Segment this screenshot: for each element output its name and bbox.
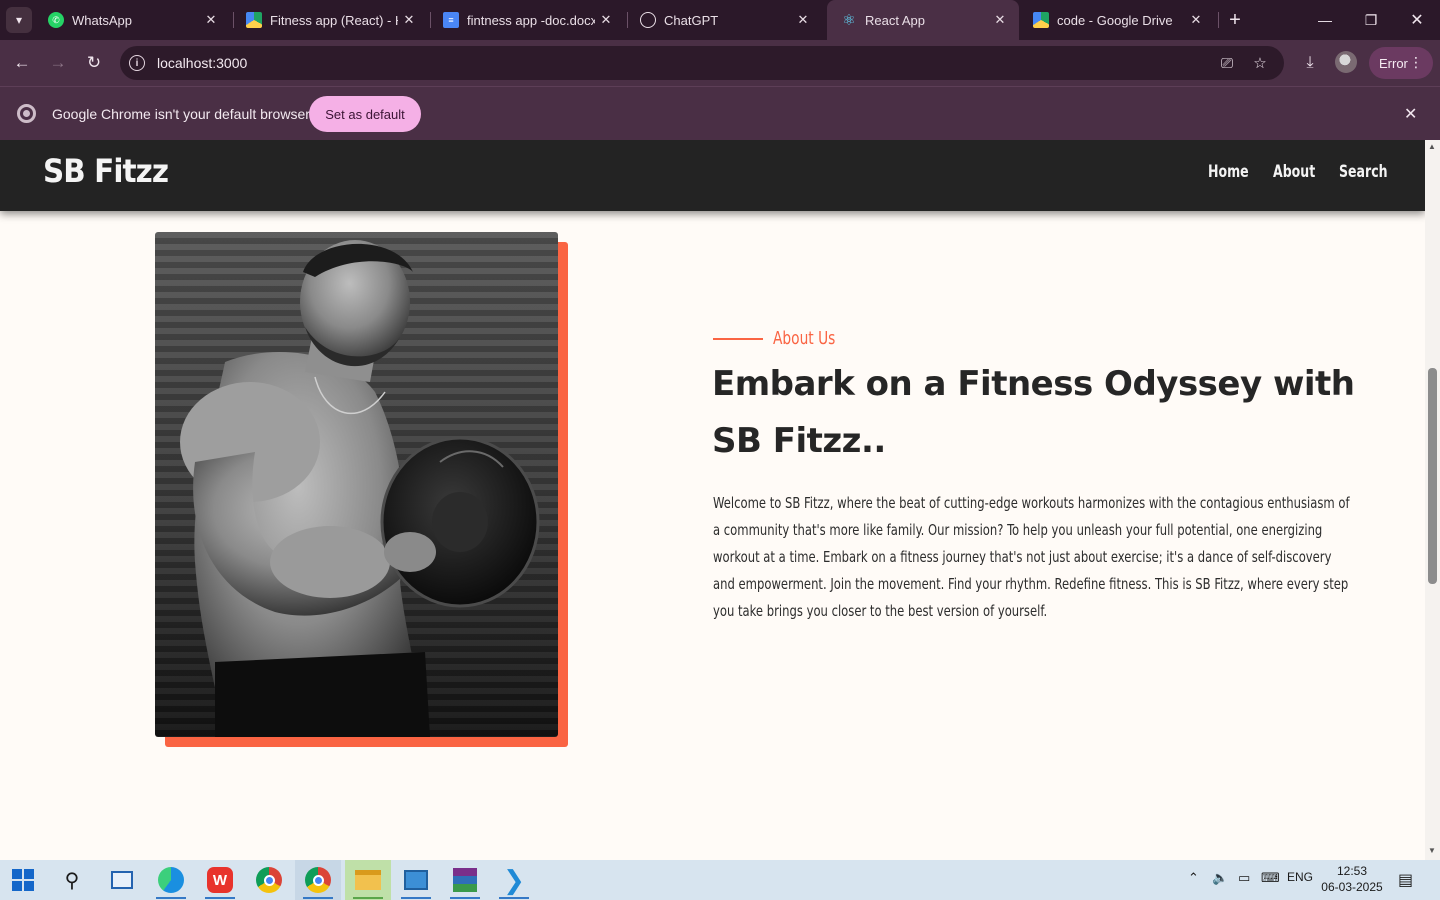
bodybuilder-illustration xyxy=(180,240,540,737)
profile-avatar[interactable] xyxy=(1335,51,1357,73)
tab-title: Fitness app (React) - Ha xyxy=(270,12,398,28)
winrar-icon[interactable] xyxy=(442,860,488,900)
close-tab-icon[interactable]: ✕ xyxy=(595,12,617,28)
volume-icon[interactable]: 🔈 xyxy=(1212,870,1228,886)
chrome-active-window-icon[interactable] xyxy=(295,860,341,900)
tab-fitness-app-drive[interactable]: Fitness app (React) - Ha ✕ xyxy=(232,0,428,40)
google-drive-icon xyxy=(1033,12,1049,28)
tab-react-app[interactable]: ⚛ React App ✕ xyxy=(827,0,1019,40)
show-hidden-icons[interactable]: ⌃ xyxy=(1188,870,1199,886)
set-as-default-button[interactable]: Set as default xyxy=(309,96,421,132)
windows-taskbar: ⚲ W ❯ ⌃ 🔈 ▭ ⌨ ENG 12:53 06-03-2025 ▤ xyxy=(0,860,1440,900)
clock-date: 06-03-2025 xyxy=(1321,880,1383,894)
site-info-icon[interactable]: i xyxy=(129,55,145,71)
about-headline: Embark on a Fitness Odyssey with SB Fitz… xyxy=(712,364,1355,461)
install-app-icon[interactable]: ⎚ xyxy=(1218,54,1236,72)
chatgpt-icon xyxy=(640,12,656,28)
vscode-icon[interactable]: ❯ xyxy=(491,860,537,900)
about-paragraph: Welcome to SB Fitzz, where the beat of c… xyxy=(713,494,1350,620)
address-bar[interactable]: i localhost:3000 ⎚ ☆ xyxy=(120,46,1284,80)
battery-icon[interactable]: ▭ xyxy=(1238,870,1250,886)
notifications-icon[interactable]: ▤ xyxy=(1398,870,1413,890)
kebab-menu-icon: ⋮ xyxy=(1409,54,1423,70)
close-tab-icon[interactable]: ✕ xyxy=(398,12,420,28)
google-docs-icon: ≡ xyxy=(443,12,459,28)
back-icon[interactable]: ← xyxy=(10,51,34,75)
tab-title: ChatGPT xyxy=(664,12,719,28)
scrollbar-thumb[interactable] xyxy=(1428,368,1437,584)
about-us-label: About Us xyxy=(713,328,846,349)
wps-office-icon[interactable]: W xyxy=(197,860,243,900)
brand-logo[interactable]: SB Fitzz xyxy=(43,152,169,190)
about-us-text: About Us xyxy=(773,328,836,349)
browser-toolbar: ← → ↻ i localhost:3000 ⎚ ☆ ⤓ Error ⋮ xyxy=(0,40,1440,86)
google-drive-icon xyxy=(246,12,262,28)
control-panel-icon[interactable] xyxy=(393,860,439,900)
whatsapp-icon: ✆ xyxy=(48,12,64,28)
forward-icon[interactable]: → xyxy=(46,51,70,75)
file-explorer-icon[interactable] xyxy=(345,860,391,900)
page-scrollbar[interactable]: ▲ ▼ xyxy=(1425,140,1440,860)
error-menu-button[interactable]: Error ⋮ xyxy=(1369,47,1433,79)
tab-fitness-doc[interactable]: ≡ fintness app -doc.docx ✕ xyxy=(429,0,625,40)
chrome-icon xyxy=(17,104,36,123)
tab-title: WhatsApp xyxy=(72,12,132,28)
windows-logo-icon xyxy=(12,869,34,891)
clock-time: 12:53 xyxy=(1336,864,1368,878)
scroll-up-icon[interactable]: ▲ xyxy=(1428,142,1436,151)
tab-code-drive[interactable]: code - Google Drive ✕ xyxy=(1019,0,1215,40)
tab-title: fintness app -doc.docx xyxy=(467,12,595,28)
search-icon[interactable]: ⚲ xyxy=(49,860,95,900)
downloads-icon[interactable]: ⤓ xyxy=(1298,51,1322,75)
start-button[interactable] xyxy=(0,860,46,900)
close-window-icon[interactable]: ✕ xyxy=(1394,0,1440,40)
site-navbar: SB Fitzz Home About Search xyxy=(0,140,1425,211)
reload-icon[interactable]: ↻ xyxy=(82,51,106,75)
tab-whatsapp[interactable]: ✆ WhatsApp ✕ xyxy=(34,0,230,40)
nav-search-link[interactable]: Search xyxy=(1339,162,1388,182)
page-viewport: SB Fitzz Home About Search About Us Emba… xyxy=(0,140,1440,860)
bodybuilder-photo xyxy=(155,232,558,737)
network-icon[interactable]: ⌨ xyxy=(1261,870,1280,886)
system-clock[interactable]: 12:53 06-03-2025 xyxy=(1318,863,1386,895)
default-browser-infobar: Google Chrome isn't your default browser… xyxy=(0,86,1440,140)
bookmark-star-icon[interactable]: ☆ xyxy=(1251,54,1269,72)
react-icon: ⚛ xyxy=(842,12,856,29)
close-tab-icon[interactable]: ✕ xyxy=(1185,12,1207,28)
restore-icon[interactable]: ❐ xyxy=(1348,0,1394,40)
minimize-icon[interactable]: — xyxy=(1302,0,1348,40)
close-tab-icon[interactable]: ✕ xyxy=(200,12,222,28)
scroll-down-icon[interactable]: ▼ xyxy=(1428,846,1436,855)
new-tab-button[interactable]: + xyxy=(1222,6,1248,34)
tab-search-menu-button[interactable]: ▾ xyxy=(6,7,32,33)
close-tab-icon[interactable]: ✕ xyxy=(792,12,814,28)
tab-chatgpt[interactable]: ChatGPT ✕ xyxy=(626,0,822,40)
close-infobar-icon[interactable]: ✕ xyxy=(1404,104,1417,124)
url-text[interactable]: localhost:3000 xyxy=(157,55,247,71)
close-tab-icon[interactable]: ✕ xyxy=(989,12,1011,28)
tab-title: code - Google Drive xyxy=(1057,12,1173,28)
infobar-message: Google Chrome isn't your default browser xyxy=(52,106,310,122)
chrome-icon[interactable] xyxy=(246,860,292,900)
accent-line xyxy=(713,337,763,340)
task-view-icon[interactable] xyxy=(99,860,145,900)
nav-about-link[interactable]: About xyxy=(1273,162,1315,182)
browser-tab-strip: ▾ ✆ WhatsApp ✕ Fitness app (React) - Ha … xyxy=(0,0,1440,40)
tab-title: React App xyxy=(865,12,925,28)
edge-browser-icon[interactable] xyxy=(148,860,194,900)
language-indicator[interactable]: ENG xyxy=(1287,870,1313,884)
error-label: Error xyxy=(1379,55,1408,71)
nav-home-link[interactable]: Home xyxy=(1208,162,1249,182)
